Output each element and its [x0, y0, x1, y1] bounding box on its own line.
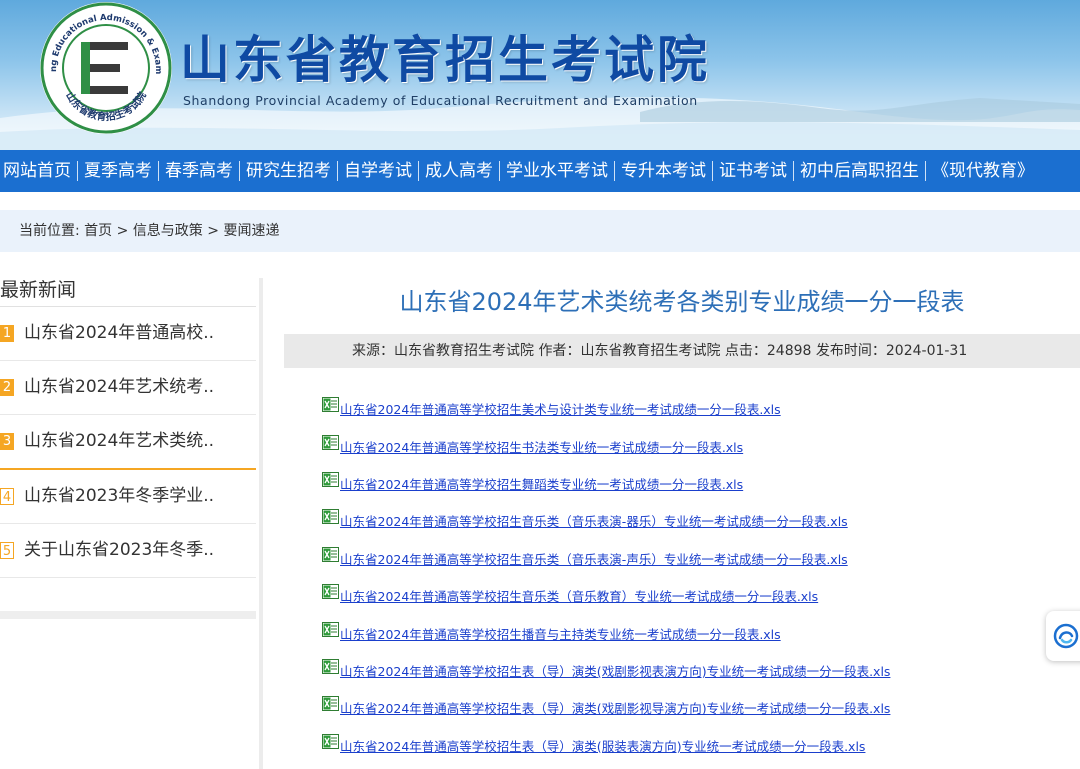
attachment-link[interactable]: 山东省2024年普通高等学校招生音乐类（音乐表演-器乐）专业统一考试成绩一分一段…	[322, 502, 890, 539]
attachment-filename: 山东省2024年普通高等学校招生音乐类（音乐表演-声乐）专业统一考试成绩一分一段…	[340, 551, 848, 567]
nav-item-2[interactable]: 夏季高考	[78, 150, 158, 192]
sidebar-title: 最新新闻	[0, 274, 256, 307]
breadcrumb-separator: >	[116, 223, 129, 239]
article-meta-bar: 来源：山东省教育招生考试院 作者：山东省教育招生考试院 点击：24898 发布时…	[284, 334, 1080, 368]
attachment-filename: 山东省2024年普通高等学校招生音乐类（音乐教育）专业统一考试成绩一分一段表.x…	[340, 589, 819, 605]
news-item-title: 山东省2024年艺术统考..	[24, 377, 215, 397]
attachment-item: 山东省2024年普通高等学校招生播音与主持类专业统一考试成绩一分一段表.xls	[322, 614, 890, 651]
news-rank-badge: 1	[0, 325, 14, 342]
attachment-link[interactable]: 山东省2024年普通高等学校招生表（导）演类(戏剧影视导演方向)专业统一考试成绩…	[322, 689, 890, 726]
attachment-item: 山东省2024年普通高等学校招生音乐类（音乐表演-声乐）专业统一考试成绩一分一段…	[322, 540, 890, 577]
excel-file-icon	[322, 733, 339, 749]
attachment-filename: 山东省2024年普通高等学校招生播音与主持类专业统一考试成绩一分一段表.xls	[340, 626, 781, 642]
news-item-title: 山东省2024年普通高校..	[24, 323, 215, 343]
excel-file-icon	[322, 546, 339, 562]
attachment-item: 山东省2024年普通高等学校招生音乐类（音乐表演-器乐）专业统一考试成绩一分一段…	[322, 502, 890, 539]
breadcrumb-prefix: 当前位置:	[19, 223, 80, 239]
sidebar-bottom-bar	[0, 611, 256, 619]
latest-news-list: 1 山东省2024年普通高校.. 2 山东省2024年艺术统考.. 3 山东省2024年艺…	[0, 307, 256, 578]
news-rank-badge: 5	[0, 542, 14, 559]
excel-file-icon	[322, 658, 339, 674]
nav-item-10[interactable]: 初中后高职招生	[794, 150, 925, 192]
nav-item-9[interactable]: 证书考试	[713, 150, 793, 192]
latest-news-sidebar: 最新新闻 1 山东省2024年普通高校.. 2 山东省2024年艺术统考.. 3 山东省2…	[0, 274, 256, 619]
article-title: 山东省2024年艺术类统考各类别专业成绩一分一段表	[399, 288, 965, 316]
assistant-icon	[1053, 623, 1079, 649]
attachment-filename: 山东省2024年普通高等学校招生表（导）演类(戏剧影视表演方向)专业统一考试成绩…	[340, 663, 891, 679]
sidebar-news-item[interactable]: 2 山东省2024年艺术统考..	[0, 361, 256, 415]
attachment-filename: 山东省2024年普通高等学校招生舞蹈类专业统一考试成绩一分一段表.xls	[340, 476, 744, 492]
floating-assistant-button[interactable]	[1046, 611, 1080, 661]
excel-file-icon	[322, 696, 339, 712]
attachment-filename: 山东省2024年普通高等学校招生美术与设计类专业统一考试成绩一分一段表.xls	[340, 402, 781, 418]
excel-file-icon	[322, 584, 339, 600]
site-subtitle: Shandong Provincial Academy of Education…	[183, 93, 698, 108]
attachment-filename: 山东省2024年普通高等学校招生音乐类（音乐表演-器乐）专业统一考试成绩一分一段…	[340, 514, 848, 530]
main-nav: 网站首页 夏季高考 春季高考 研究生招考 自学考试 成人高考 学业水平考试 专升本考试 证书考试…	[0, 150, 1080, 192]
news-rank-badge: 4	[0, 488, 14, 505]
news-item-title: 关于山东省2023年冬季..	[24, 540, 215, 560]
logo-emblem: Shandong Educational Admission & Examina…	[38, 0, 172, 134]
attachment-link[interactable]: 山东省2024年普通高等学校招生表（导）演类(服装表演方向)专业统一考试成绩一分…	[322, 727, 890, 764]
breadcrumb-news-express[interactable]: 要闻速递	[223, 223, 279, 239]
breadcrumb: 当前位置: 首页 > 信息与政策 > 要闻速递	[0, 210, 1080, 252]
header-banner: Shandong Educational Admission & Examina…	[0, 0, 1080, 150]
sidebar-news-item[interactable]: 5 关于山东省2023年冬季..	[0, 524, 256, 578]
attachment-item: 山东省2024年普通高等学校招生音乐类（音乐教育）专业统一考试成绩一分一段表.x…	[322, 577, 890, 614]
breadcrumb-separator: >	[207, 223, 219, 239]
attachment-filename: 山东省2024年普通高等学校招生书法类专业统一考试成绩一分一段表.xls	[340, 439, 744, 455]
nav-item-1[interactable]: 网站首页	[0, 150, 77, 192]
site-title: 山东省教育招生考试院	[180, 31, 710, 89]
news-item-title: 山东省2024年艺术类统..	[24, 431, 215, 451]
news-item-title: 山东省2023年冬季学业..	[24, 486, 215, 506]
attachment-list: 山东省2024年普通高等学校招生美术与设计类专业统一考试成绩一分一段表.xls 山…	[322, 390, 890, 764]
attachment-link[interactable]: 山东省2024年普通高等学校招生书法类专业统一考试成绩一分一段表.xls	[322, 427, 890, 464]
attachment-link[interactable]: 山东省2024年普通高等学校招生舞蹈类专业统一考试成绩一分一段表.xls	[322, 465, 890, 502]
news-rank-badge: 3	[0, 433, 14, 450]
breadcrumb-info-policy[interactable]: 信息与政策	[133, 223, 203, 239]
nav-item-5[interactable]: 自学考试	[338, 150, 418, 192]
sidebar-news-item[interactable]: 1 山东省2024年普通高校..	[0, 307, 256, 361]
nav-item-4[interactable]: 研究生招考	[240, 150, 337, 192]
attachment-item: 山东省2024年普通高等学校招生表（导）演类(服装表演方向)专业统一考试成绩一分…	[322, 727, 890, 764]
attachment-item: 山东省2024年普通高等学校招生表（导）演类(戏剧影视导演方向)专业统一考试成绩…	[322, 689, 890, 726]
sidebar-news-item[interactable]: 4 山东省2023年冬季学业..	[0, 470, 256, 524]
attachment-link[interactable]: 山东省2024年普通高等学校招生音乐类（音乐表演-声乐）专业统一考试成绩一分一段…	[322, 540, 890, 577]
nav-item-7[interactable]: 学业水平考试	[500, 150, 614, 192]
nav-item-11[interactable]: 《现代教育》	[926, 150, 1040, 192]
column-divider	[259, 278, 263, 769]
attachment-link[interactable]: 山东省2024年普通高等学校招生音乐类（音乐教育）专业统一考试成绩一分一段表.x…	[322, 577, 890, 614]
excel-file-icon	[322, 621, 339, 637]
nav-item-3[interactable]: 春季高考	[159, 150, 239, 192]
attachment-filename: 山东省2024年普通高等学校招生表（导）演类(服装表演方向)专业统一考试成绩一分…	[340, 738, 866, 754]
attachment-link[interactable]: 山东省2024年普通高等学校招生播音与主持类专业统一考试成绩一分一段表.xls	[322, 614, 890, 651]
attachment-item: 山东省2024年普通高等学校招生表（导）演类(戏剧影视表演方向)专业统一考试成绩…	[322, 652, 890, 689]
excel-file-icon	[322, 434, 339, 450]
excel-file-icon	[322, 471, 339, 487]
sidebar-news-item[interactable]: 3 山东省2024年艺术类统..	[0, 415, 256, 470]
nav-item-6[interactable]: 成人高考	[419, 150, 499, 192]
excel-file-icon	[322, 509, 339, 525]
attachment-item: 山东省2024年普通高等学校招生书法类专业统一考试成绩一分一段表.xls	[322, 427, 890, 464]
attachment-item: 山东省2024年普通高等学校招生美术与设计类专业统一考试成绩一分一段表.xls	[322, 390, 890, 427]
excel-file-icon	[322, 397, 339, 413]
attachment-link[interactable]: 山东省2024年普通高等学校招生美术与设计类专业统一考试成绩一分一段表.xls	[322, 390, 890, 427]
news-rank-badge: 2	[0, 379, 14, 396]
attachment-filename: 山东省2024年普通高等学校招生表（导）演类(戏剧影视导演方向)专业统一考试成绩…	[340, 701, 891, 717]
attachment-item: 山东省2024年普通高等学校招生舞蹈类专业统一考试成绩一分一段表.xls	[322, 465, 890, 502]
nav-item-8[interactable]: 专升本考试	[615, 150, 712, 192]
breadcrumb-home[interactable]: 首页	[84, 223, 112, 239]
article-meta: 来源：山东省教育招生考试院 作者：山东省教育招生考试院 点击：24898 发布时…	[352, 343, 968, 359]
attachment-link[interactable]: 山东省2024年普通高等学校招生表（导）演类(戏剧影视表演方向)专业统一考试成绩…	[322, 652, 890, 689]
